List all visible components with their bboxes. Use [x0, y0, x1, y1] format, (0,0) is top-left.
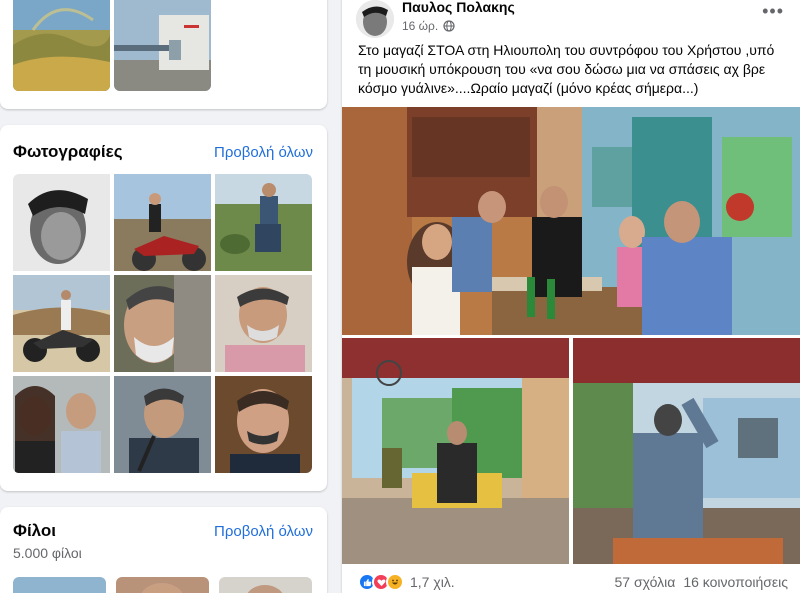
friends-card: Φίλοι Προβολή όλων 5.000 φίλοι [0, 507, 327, 593]
friends-count: 5.000 φίλοι [13, 545, 82, 561]
post-meta: 16 ώρ. [402, 19, 455, 33]
photo-thumbnail[interactable] [215, 275, 312, 372]
comments-count[interactable]: 57 σχόλια [615, 574, 676, 590]
reaction-count[interactable]: 1,7 χιλ. [410, 574, 455, 590]
friends-see-all-link[interactable]: Προβολή όλων [214, 523, 313, 540]
photos-see-all-link[interactable]: Προβολή όλων [214, 144, 313, 161]
photo-thumbnail[interactable] [215, 376, 312, 473]
photo-thumbnail[interactable] [114, 275, 211, 372]
post-author[interactable]: Παυλος Πολακης [402, 0, 515, 15]
photo-thumbnail[interactable] [114, 376, 211, 473]
post-photo-bottom-right[interactable] [573, 338, 800, 564]
top-photos-card [0, 0, 327, 109]
post-time[interactable]: 16 ώρ. [402, 19, 438, 33]
post-photo-main[interactable] [342, 107, 800, 335]
more-options-icon[interactable]: ••• [762, 2, 784, 20]
shares-count[interactable]: 16 κοινοποιήσεις [683, 574, 788, 590]
photo-building[interactable] [114, 0, 211, 91]
post-card: Παυλος Πολακης 16 ώρ. ••• Στο μαγαζί ΣΤΟ… [342, 0, 800, 593]
friend-avatar[interactable] [116, 577, 209, 593]
friend-avatar[interactable] [13, 577, 106, 593]
post-text: Στο μαγαζί ΣΤΟΑ στη Ηλιουπολη του συντρό… [358, 42, 775, 96]
globe-icon [443, 20, 455, 32]
friends-title: Φίλοι [13, 521, 57, 540]
post-photo-bottom-left[interactable] [342, 338, 569, 564]
photo-thumbnail[interactable] [215, 174, 312, 271]
photo-landscape-rainbow[interactable] [13, 0, 110, 91]
reactions-bar: 1,7 χιλ. 57 σχόλια 16 κοινοποιήσεις [358, 573, 788, 591]
photo-thumbnail[interactable] [13, 376, 110, 473]
haha-icon [386, 573, 404, 591]
photo-thumbnail[interactable] [13, 275, 110, 372]
reaction-icons[interactable] [358, 573, 404, 591]
friend-avatar[interactable] [219, 577, 312, 593]
author-avatar[interactable] [356, 0, 394, 38]
photo-thumbnail[interactable] [13, 174, 110, 271]
photos-card: Φωτογραφίες Προβολή όλων [0, 125, 327, 491]
photos-title: Φωτογραφίες [13, 142, 123, 161]
photo-thumbnail[interactable] [114, 174, 211, 271]
